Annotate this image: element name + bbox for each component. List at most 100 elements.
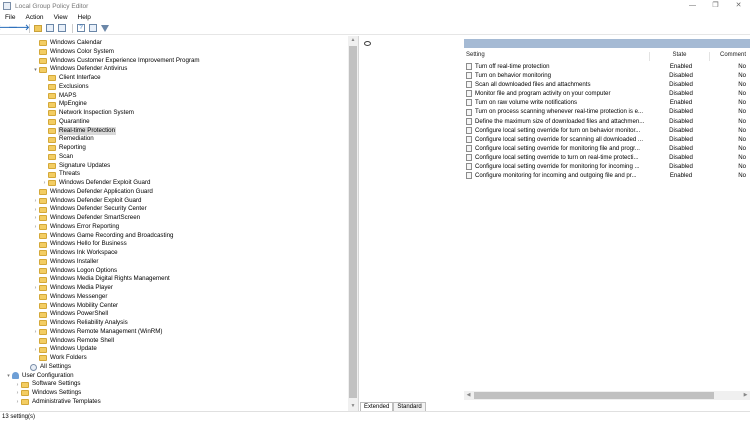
expand-arrow-icon[interactable]: ›	[32, 284, 39, 292]
up-folder-button[interactable]	[33, 23, 43, 33]
scroll-left-icon[interactable]: ◀	[464, 391, 473, 400]
expand-arrow-icon[interactable]: ›	[32, 214, 39, 222]
tree-item[interactable]: Windows Media Digital Rights Management	[0, 275, 348, 284]
expand-arrow-icon[interactable]: ›	[14, 389, 21, 397]
folder-icon	[48, 75, 56, 82]
tree-item[interactable]: Windows PowerShell	[0, 310, 348, 319]
tree-item[interactable]: › Windows Error Reporting	[0, 223, 348, 232]
properties-button[interactable]	[88, 23, 98, 33]
tree-item[interactable]: Threats	[0, 170, 348, 179]
setting-row[interactable]: Turn on raw volume write notifications En…	[464, 98, 750, 107]
setting-row[interactable]: Scan all downloaded files and attachment…	[464, 80, 750, 89]
filter-button[interactable]	[100, 23, 110, 33]
column-header-comment[interactable]: Comment	[710, 52, 750, 61]
tree-item[interactable]: Scan	[0, 153, 348, 162]
forward-arrow-icon[interactable]: 🡒	[8, 23, 29, 33]
tree-item[interactable]: Windows Hello for Business	[0, 240, 348, 249]
tree-item[interactable]: › Windows Update	[0, 345, 348, 354]
tree-item[interactable]: Windows Logon Options	[0, 267, 348, 276]
tree-item[interactable]: › Windows Settings	[0, 389, 348, 398]
tree-item[interactable]: Reporting	[0, 144, 348, 153]
export-list-button[interactable]	[57, 23, 67, 33]
tree-item[interactable]: Network Inspection System	[0, 109, 348, 118]
tree-item[interactable]: Windows Ink Workspace	[0, 249, 348, 258]
expand-arrow-icon[interactable]: ›	[32, 223, 39, 231]
restore-button[interactable]: ❐	[704, 0, 727, 12]
column-header-setting[interactable]: Setting	[464, 52, 650, 61]
tree-item[interactable]: All Settings	[0, 363, 348, 372]
tree-item[interactable]: Signature Updates	[0, 162, 348, 171]
tree-item[interactable]: Work Folders	[0, 354, 348, 363]
scroll-right-icon[interactable]: ▶	[741, 391, 750, 400]
expand-arrow-icon[interactable]: ›	[14, 381, 21, 389]
tree-item[interactable]: › Windows Defender Security Center	[0, 205, 348, 214]
tree-item[interactable]: Windows Mobility Center	[0, 302, 348, 311]
tree-item-label: Windows Defender Application Guard	[50, 187, 153, 195]
show-hide-tree-button[interactable]	[45, 23, 55, 33]
menu-action[interactable]: Action	[20, 14, 48, 21]
tree-item[interactable]: ▾ Windows Defender Antivirus	[0, 65, 348, 74]
setting-state: Disabled	[669, 144, 693, 152]
collapse-arrow-icon[interactable]: ▾	[5, 372, 12, 380]
tree-item[interactable]: › Software Settings	[0, 380, 348, 389]
minimize-button[interactable]: —	[681, 0, 704, 12]
expand-arrow-icon[interactable]: ›	[32, 197, 39, 205]
tree-item[interactable]: Client Interface	[0, 74, 348, 83]
setting-row[interactable]: Configure monitoring for incoming and ou…	[464, 171, 750, 180]
scrollbar-thumb[interactable]	[474, 392, 714, 399]
tree-item[interactable]: Windows Customer Experience Improvement …	[0, 57, 348, 66]
expand-arrow-icon[interactable]: ›	[14, 398, 21, 406]
tree-item[interactable]: Windows Messenger	[0, 293, 348, 302]
expand-arrow-icon[interactable]: ›	[41, 179, 48, 187]
setting-row[interactable]: Turn on process scanning whenever real-t…	[464, 107, 750, 116]
scrollbar-thumb[interactable]	[349, 46, 357, 398]
tree-item[interactable]: › Windows Defender Exploit Guard	[0, 197, 348, 206]
tree-item-label: All Settings	[40, 362, 71, 370]
tree-item[interactable]: › Windows Remote Management (WinRM)	[0, 328, 348, 337]
tree-item[interactable]: › Windows Media Player	[0, 284, 348, 293]
expand-arrow-icon[interactable]: ›	[32, 206, 39, 214]
expand-arrow-icon[interactable]: ›	[32, 346, 39, 354]
setting-row[interactable]: Define the maximum size of downloaded fi…	[464, 117, 750, 126]
tree-item[interactable]: › Windows Defender Exploit Guard	[0, 179, 348, 188]
tree-item[interactable]: Windows Remote Shell	[0, 337, 348, 346]
column-header-state[interactable]: State	[650, 52, 710, 61]
setting-row[interactable]: Configure local setting override for tur…	[464, 126, 750, 135]
tree-item[interactable]: Remediation	[0, 135, 348, 144]
tab-standard[interactable]: Standard	[393, 402, 426, 411]
setting-row[interactable]: Configure local setting override for mon…	[464, 162, 750, 171]
details-horizontal-scrollbar[interactable]: ◀ ▶	[464, 391, 750, 400]
expand-arrow-icon[interactable]: ›	[32, 328, 39, 336]
help-button[interactable]: ?	[76, 23, 86, 33]
tab-extended[interactable]: Extended	[360, 402, 394, 411]
setting-row[interactable]: Configure local setting override to turn…	[464, 153, 750, 162]
tree-item[interactable]: Windows Reliability Analysis	[0, 319, 348, 328]
scroll-down-icon[interactable]: ▼	[348, 402, 358, 411]
menu-view[interactable]: View	[49, 14, 73, 21]
setting-row[interactable]: Monitor file and program activity on you…	[464, 89, 750, 98]
menu-file[interactable]: File	[0, 14, 20, 21]
tree-item[interactable]: Windows Game Recording and Broadcasting	[0, 232, 348, 241]
tree-item[interactable]: MpEngine	[0, 100, 348, 109]
collapse-arrow-icon[interactable]: ▾	[32, 66, 39, 74]
tree-item[interactable]: Windows Defender Application Guard	[0, 188, 348, 197]
tree-item[interactable]: › Windows Defender SmartScreen	[0, 214, 348, 223]
folder-icon	[39, 337, 47, 344]
tree-item[interactable]: Exclusions	[0, 83, 348, 92]
setting-row[interactable]: Configure local setting override for mon…	[464, 144, 750, 153]
setting-row[interactable]: Turn on behavior monitoring Disabled No	[464, 71, 750, 80]
scroll-up-icon[interactable]: ▲	[348, 36, 358, 45]
setting-row[interactable]: Configure local setting override for sca…	[464, 135, 750, 144]
tree-item[interactable]: Windows Calendar	[0, 39, 348, 48]
menu-help[interactable]: Help	[73, 14, 96, 21]
tree-item[interactable]: › Administrative Templates	[0, 398, 348, 407]
close-button[interactable]: ✕	[727, 0, 750, 12]
tree-item[interactable]: ▾ User Configuration	[0, 372, 348, 381]
tree-item[interactable]: MAPS	[0, 92, 348, 101]
setting-row[interactable]: Turn off real-time protection Enabled No	[464, 62, 750, 71]
tree-vertical-scrollbar[interactable]: ▲ ▼	[348, 36, 358, 411]
tree-item[interactable]: Real-time Protection	[0, 126, 348, 136]
tree-item[interactable]: Windows Installer	[0, 258, 348, 267]
tree-item[interactable]: Quarantine	[0, 118, 348, 127]
tree-item[interactable]: Windows Color System	[0, 48, 348, 57]
